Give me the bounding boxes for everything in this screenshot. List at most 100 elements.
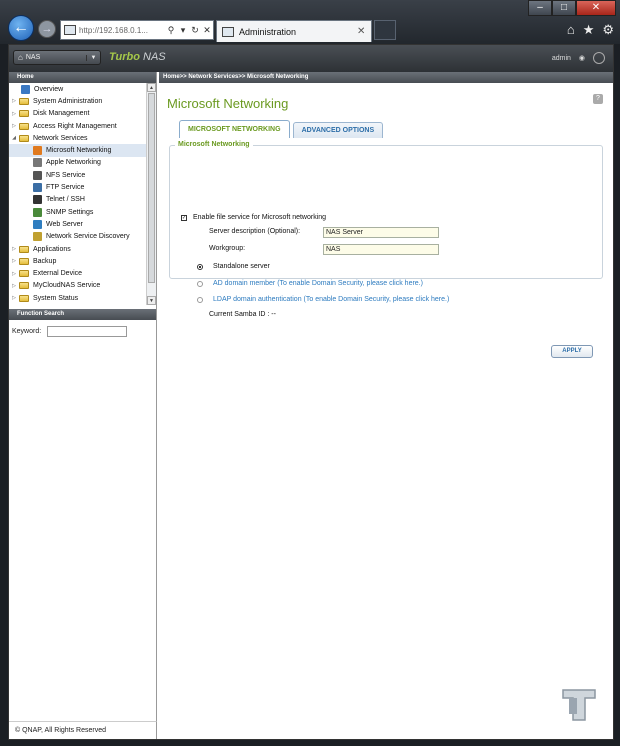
sidebar-item-label: Network Service Discovery — [46, 233, 130, 241]
back-button[interactable]: ← — [8, 15, 34, 41]
standalone-row: Standalone server — [197, 263, 270, 270]
home-icon: ⌂ — [18, 53, 23, 62]
tab-advanced-options[interactable]: ADVANCED OPTIONS — [292, 122, 384, 138]
user-caret-icon: ◉ — [578, 55, 585, 62]
workgroup-label: Workgroup: — [209, 245, 246, 252]
expand-icon[interactable]: ▷ — [11, 283, 17, 289]
sidebar-item-overview[interactable]: Overview — [9, 83, 156, 95]
search-icon[interactable]: ⚲ — [165, 25, 177, 36]
ldap-auth-link[interactable]: LDAP domain authentication (To enable Do… — [213, 296, 449, 303]
forward-button[interactable]: → — [38, 20, 56, 38]
sidebar-item-label: MyCloudNAS Service — [33, 282, 101, 290]
sidebar: Home Overview ▷ System Administration ▷ Disk… — [9, 72, 157, 739]
sidebar-item-mycloudnas-service[interactable]: ▷ MyCloudNAS Service — [9, 280, 156, 292]
favorites-star-icon[interactable]: ★ — [583, 22, 595, 38]
ad-domain-member-link[interactable]: AD domain member (To enable Domain Secur… — [213, 280, 423, 287]
minimize-button[interactable]: – — [528, 0, 552, 16]
ldap-auth-radio[interactable] — [197, 296, 203, 303]
user-menu[interactable]: admin ◉ — [552, 54, 585, 62]
sidebar-item-applications[interactable]: ▷ Applications — [9, 243, 156, 255]
tree-scrollbar[interactable]: ▲ ▼ — [146, 83, 156, 305]
sidebar-item-network-service-discovery[interactable]: Network Service Discovery — [9, 231, 156, 243]
close-window-button[interactable]: ✕ — [576, 0, 616, 16]
keyword-input[interactable] — [47, 326, 128, 337]
microsoft-networking-section — [169, 145, 603, 279]
server-description-input[interactable]: NAS Server — [323, 227, 439, 238]
sidebar-item-nfs-service[interactable]: NFS Service — [9, 169, 156, 181]
folder-icon — [19, 110, 29, 118]
scroll-thumb[interactable] — [148, 93, 155, 283]
address-bar[interactable]: http://192.168.0.1... ⚲ ▾ ↻ ✕ — [60, 20, 214, 40]
expand-icon[interactable]: ▷ — [11, 258, 17, 264]
ftp-icon — [33, 183, 42, 193]
dropdown-icon[interactable]: ▾ — [177, 25, 189, 36]
sidebar-item-system-status[interactable]: ▷ System Status — [9, 292, 156, 304]
stop-icon[interactable]: ✕ — [201, 25, 213, 36]
sidebar-item-label: NFS Service — [46, 171, 86, 179]
scroll-up-icon[interactable]: ▲ — [147, 83, 156, 92]
sidebar-item-apple-networking[interactable]: Apple Networking — [9, 157, 156, 169]
discovery-icon — [33, 232, 42, 242]
folder-icon — [19, 245, 29, 253]
tab-close-icon[interactable]: ✕ — [357, 26, 371, 37]
ad-domain-member-radio[interactable] — [197, 280, 203, 287]
expand-icon[interactable]: ▷ — [11, 123, 17, 129]
nas-device-select[interactable]: ⌂ NAS ▼ — [13, 50, 101, 65]
tab-microsoft-networking[interactable]: MICROSOFT NETWORKING — [179, 120, 290, 138]
nfs-icon — [33, 170, 42, 180]
standalone-server-label: Standalone server — [213, 263, 270, 270]
chevron-down-icon: ▼ — [86, 54, 100, 61]
globe-icon — [33, 219, 42, 229]
refresh-icon[interactable]: ↻ — [189, 25, 201, 36]
brand-logo: Turbo NAS — [109, 51, 166, 63]
sidebar-item-web-server[interactable]: Web Server — [9, 218, 156, 230]
sidebar-item-label: Overview — [34, 85, 64, 93]
new-tab-button[interactable] — [374, 20, 396, 40]
sidebar-item-microsoft-networking[interactable]: Microsoft Networking — [9, 144, 156, 157]
sidebar-item-label: Backup — [33, 257, 57, 265]
enable-file-service-checkbox[interactable]: ✓ — [181, 214, 187, 221]
sidebar-item-disk-management[interactable]: ▷ Disk Management — [9, 108, 156, 120]
function-search-header: Function Search — [9, 309, 156, 320]
apply-button[interactable]: APPLY — [551, 345, 593, 358]
copyright: © QNAP, All Rights Reserved — [15, 727, 107, 734]
navigation-tree: Overview ▷ System Administration ▷ Disk Mana… — [9, 83, 156, 305]
standalone-server-radio[interactable] — [197, 263, 203, 270]
sidebar-item-external-device[interactable]: ▷ External Device — [9, 267, 156, 279]
scroll-down-icon[interactable]: ▼ — [147, 296, 156, 305]
sidebar-item-label: System Status — [33, 294, 79, 302]
sidebar-item-access-right-management[interactable]: ▷ Access Right Management — [9, 120, 156, 132]
folder-icon — [19, 282, 29, 290]
sidebar-item-label: Web Server — [46, 220, 83, 228]
maximize-button[interactable]: □ — [552, 0, 576, 16]
sidebar-item-snmp-settings[interactable]: SNMP Settings — [9, 206, 156, 218]
expand-icon[interactable]: ▷ — [11, 111, 17, 117]
username: admin — [551, 55, 571, 62]
settings-gear-icon[interactable]: ⚙ — [602, 22, 614, 38]
expand-icon[interactable]: ▷ — [11, 246, 17, 252]
help-icon[interactable]: ? — [593, 94, 603, 104]
sidebar-item-system-administration[interactable]: ▷ System Administration — [9, 95, 156, 107]
expand-icon[interactable]: ▷ — [11, 98, 17, 104]
sidebar-item-ftp-service[interactable]: FTP Service — [9, 181, 156, 193]
workgroup-input[interactable]: NAS — [323, 244, 439, 255]
sidebar-item-label: Access Right Management — [33, 122, 117, 130]
browser-tab-administration[interactable]: Administration ✕ — [216, 20, 372, 42]
sidebar-item-label: Apple Networking — [46, 159, 101, 167]
windows-icon — [33, 146, 42, 156]
keyword-label: Keyword: — [12, 328, 42, 335]
sidebar-item-telnet-ssh[interactable]: Telnet / SSH — [9, 194, 156, 206]
sidebar-item-label: Network Services — [33, 134, 88, 142]
sidebar-item-label: Telnet / SSH — [46, 196, 85, 204]
home-icon[interactable]: ⌂ — [567, 22, 575, 38]
device-name: NAS — [25, 54, 41, 61]
collapse-icon[interactable]: ◢ — [11, 135, 17, 141]
expand-icon[interactable]: ▷ — [11, 271, 17, 277]
language-globe-icon[interactable] — [593, 52, 605, 64]
brand-turbo: Turbo — [109, 51, 140, 63]
expand-icon[interactable]: ▷ — [11, 295, 17, 301]
page-title: Microsoft Networking — [167, 96, 289, 111]
sidebar-item-backup[interactable]: ▷ Backup — [9, 255, 156, 267]
sidebar-item-network-services[interactable]: ◢ Network Services — [9, 132, 156, 144]
folder-icon — [19, 134, 29, 142]
